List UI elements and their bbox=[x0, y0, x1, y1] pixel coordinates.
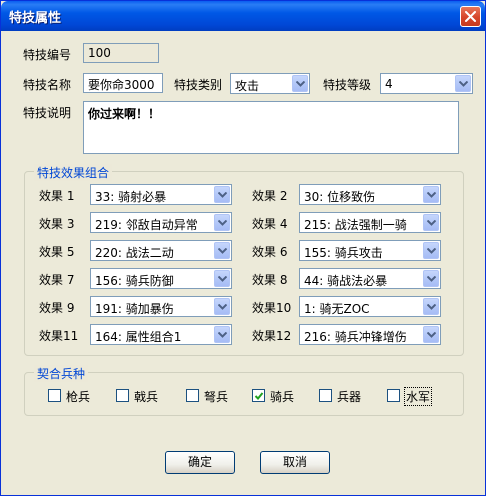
effect-select-value: 44: 骑战法必暴 bbox=[304, 274, 388, 288]
level-select-value: 4 bbox=[385, 77, 393, 91]
id-label: 特技编号 bbox=[23, 48, 72, 62]
effect-select-value: 191: 骑加暴伤 bbox=[95, 302, 174, 316]
dropdown-arrow-icon[interactable] bbox=[214, 326, 230, 343]
checkbox-empty-icon[interactable] bbox=[48, 389, 61, 402]
troops-group-title: 契合兵种 bbox=[34, 365, 89, 382]
effect-label: 效果 8 bbox=[252, 273, 288, 287]
level-select[interactable]: 4 bbox=[380, 73, 473, 94]
checkbox-checked-icon[interactable] bbox=[252, 389, 265, 402]
dropdown-arrow-icon[interactable] bbox=[423, 242, 439, 259]
dialog-body: 特技编号 100 特技名称 要你命3000 特技类别 攻击 特技等级 4 特技说… bbox=[5, 31, 483, 493]
effect-select-2[interactable]: 30: 位移致伤 bbox=[299, 184, 441, 205]
troop-checkbox-label: 兵器 bbox=[337, 390, 362, 404]
troop-checkbox-label: 水军 bbox=[403, 387, 433, 406]
dropdown-arrow-icon[interactable] bbox=[214, 214, 230, 231]
effect-select-8[interactable]: 44: 骑战法必暴 bbox=[299, 268, 441, 289]
effect-label: 效果 3 bbox=[39, 217, 75, 231]
effect-select-value: 30: 位移致伤 bbox=[304, 190, 376, 204]
close-icon bbox=[465, 11, 476, 22]
effect-select-7[interactable]: 156: 骑兵防御 bbox=[90, 268, 232, 289]
dropdown-arrow-icon[interactable] bbox=[423, 214, 439, 231]
dropdown-arrow-icon[interactable] bbox=[214, 298, 230, 315]
effect-label: 效果 9 bbox=[39, 301, 75, 315]
effect-select-4[interactable]: 215: 战法强制一骑 bbox=[299, 212, 441, 233]
effect-select-value: 1: 骑无ZOC bbox=[304, 302, 370, 316]
title-bar[interactable]: 特技属性 bbox=[1, 1, 485, 31]
effect-label: 效果 2 bbox=[252, 189, 288, 203]
effect-select-9[interactable]: 191: 骑加暴伤 bbox=[90, 296, 232, 317]
troop-checkbox-4[interactable]: 骑兵 bbox=[252, 387, 312, 404]
name-field[interactable]: 要你命3000 bbox=[83, 73, 163, 93]
effect-select-value: 216: 骑兵冲锋增伤 bbox=[304, 330, 407, 344]
name-label: 特技名称 bbox=[23, 78, 72, 92]
effect-label: 效果 6 bbox=[252, 245, 288, 259]
troop-checkbox-label: 弩兵 bbox=[204, 390, 229, 404]
effect-select-6[interactable]: 155: 骑兵攻击 bbox=[299, 240, 441, 261]
window-title: 特技属性 bbox=[9, 11, 62, 26]
effect-label: 效果11 bbox=[39, 329, 79, 343]
effect-label: 效果12 bbox=[252, 329, 292, 343]
dialog-window: 特技属性 特技编号 100 特技名称 要你命3000 特技类别 攻击 特技等级 … bbox=[0, 0, 486, 496]
effect-label: 效果 7 bbox=[39, 273, 75, 287]
dropdown-arrow-icon[interactable] bbox=[423, 326, 439, 343]
dropdown-arrow-icon[interactable] bbox=[423, 270, 439, 287]
troop-checkbox-2[interactable]: 戟兵 bbox=[116, 387, 176, 404]
effect-select-value: 156: 骑兵防御 bbox=[95, 274, 174, 288]
checkbox-empty-icon[interactable] bbox=[319, 389, 332, 402]
desc-label: 特技说明 bbox=[23, 106, 72, 120]
level-label: 特技等级 bbox=[323, 78, 372, 92]
id-field: 100 bbox=[83, 43, 159, 63]
effect-label: 效果 4 bbox=[252, 217, 288, 231]
cancel-button[interactable]: 取消 bbox=[260, 451, 330, 474]
type-label: 特技类别 bbox=[174, 78, 223, 92]
effect-select-12[interactable]: 216: 骑兵冲锋增伤 bbox=[299, 324, 441, 345]
effect-select-10[interactable]: 1: 骑无ZOC bbox=[299, 296, 441, 317]
effect-select-value: 215: 战法强制一骑 bbox=[304, 218, 407, 232]
ok-button[interactable]: 确定 bbox=[165, 451, 235, 474]
dropdown-arrow-icon[interactable] bbox=[214, 242, 230, 259]
effects-group-title: 特技效果组合 bbox=[34, 164, 113, 181]
effect-select-value: 33: 骑射必暴 bbox=[95, 190, 167, 204]
close-button[interactable] bbox=[460, 6, 481, 27]
dropdown-arrow-icon[interactable] bbox=[214, 186, 230, 203]
effect-select-11[interactable]: 164: 属性组合1 bbox=[90, 324, 232, 345]
checkbox-empty-icon[interactable] bbox=[387, 389, 400, 402]
effect-label: 效果 5 bbox=[39, 245, 75, 259]
dropdown-arrow-icon[interactable] bbox=[292, 75, 308, 92]
effect-select-value: 164: 属性组合1 bbox=[95, 330, 182, 344]
effect-select-value: 220: 战法二动 bbox=[95, 246, 174, 260]
effect-select-value: 155: 骑兵攻击 bbox=[304, 246, 383, 260]
troop-checkbox-3[interactable]: 弩兵 bbox=[186, 387, 246, 404]
type-select[interactable]: 攻击 bbox=[230, 73, 310, 94]
checkbox-empty-icon[interactable] bbox=[116, 389, 129, 402]
troop-checkbox-label: 骑兵 bbox=[270, 390, 295, 404]
type-select-value: 攻击 bbox=[235, 79, 260, 93]
dropdown-arrow-icon[interactable] bbox=[423, 298, 439, 315]
troop-checkbox-label: 枪兵 bbox=[66, 390, 91, 404]
effect-label: 效果 1 bbox=[39, 189, 75, 203]
checkbox-empty-icon[interactable] bbox=[186, 389, 199, 402]
dropdown-arrow-icon[interactable] bbox=[455, 75, 471, 92]
dropdown-arrow-icon[interactable] bbox=[214, 270, 230, 287]
effect-select-value: 219: 邻敌自动异常 bbox=[95, 218, 198, 232]
effect-select-3[interactable]: 219: 邻敌自动异常 bbox=[90, 212, 232, 233]
troop-checkbox-label: 戟兵 bbox=[134, 390, 159, 404]
desc-field[interactable]: 你过来啊！！ bbox=[83, 101, 459, 154]
troop-checkbox-5[interactable]: 兵器 bbox=[319, 387, 379, 404]
effect-select-1[interactable]: 33: 骑射必暴 bbox=[90, 184, 232, 205]
effect-label: 效果10 bbox=[252, 301, 292, 315]
troop-checkbox-1[interactable]: 枪兵 bbox=[48, 387, 108, 404]
effect-select-5[interactable]: 220: 战法二动 bbox=[90, 240, 232, 261]
dropdown-arrow-icon[interactable] bbox=[423, 186, 439, 203]
troop-checkbox-6[interactable]: 水军 bbox=[387, 387, 447, 406]
